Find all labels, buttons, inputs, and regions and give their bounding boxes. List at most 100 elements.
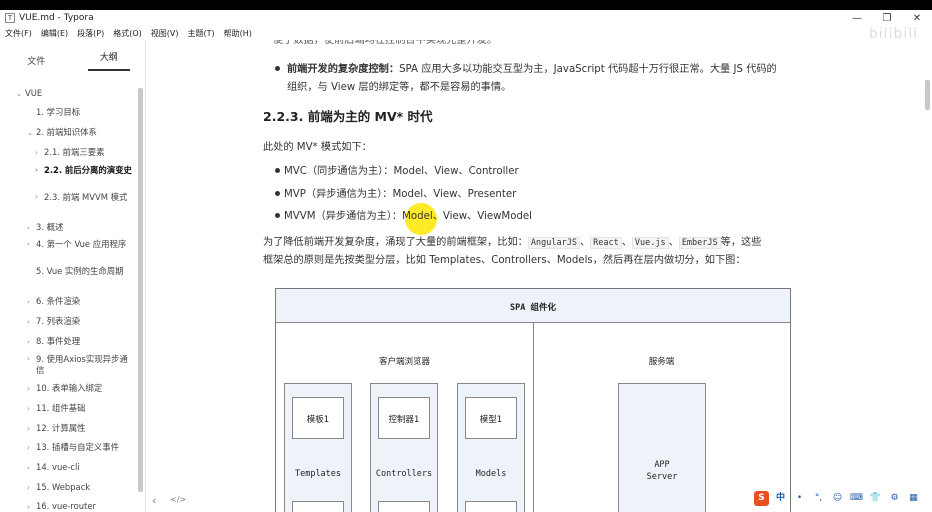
inline-code: Vue.js — [631, 237, 669, 249]
tab-files[interactable]: 文件 — [0, 50, 73, 67]
inline-code: EmberJS — [678, 237, 721, 249]
ime-dot-icon[interactable]: • — [792, 491, 807, 506]
outline-item[interactable]: › 12. 计算属性 — [27, 423, 85, 435]
outline-item[interactable]: › 7. 列表渲染 — [27, 316, 80, 328]
menu-paragraph[interactable]: 段落(P) — [77, 28, 104, 39]
inline-code: React — [590, 237, 622, 249]
sidebar-tabs: 文件 大纲 — [0, 40, 145, 76]
menu-format[interactable]: 格式(O) — [113, 28, 142, 39]
settings-icon[interactable]: ⚙ — [887, 491, 902, 506]
chevron-right-icon[interactable]: › — [27, 223, 36, 234]
chevron-right-icon[interactable]: › — [35, 148, 44, 159]
outline-item-active[interactable]: › 2.2. 前后分离的演变史 — [35, 165, 133, 176]
maximize-button[interactable]: ❐ — [872, 13, 902, 24]
outline-item[interactable]: › 13. 插槽与自定义事件 — [27, 442, 119, 454]
list-item: MVP（异步通信为主）：Model、View、Presenter — [284, 189, 517, 200]
chevron-down-icon[interactable]: ⌄ — [16, 89, 25, 100]
bullet-dot — [275, 66, 280, 71]
ime-chinese-toggle[interactable]: 中 — [773, 491, 788, 506]
menu-edit[interactable]: 编辑(E) — [41, 28, 68, 39]
sidebar-scrollbar[interactable] — [138, 88, 143, 492]
chevron-right-icon[interactable]: › — [27, 404, 36, 415]
source-code-icon[interactable]: </> — [170, 495, 186, 504]
controller-box — [378, 501, 430, 512]
paragraph-line: 为了降低前端开发复杂度，涌现了大量的前端框架，比如： AngularJS、 Reac… — [263, 237, 762, 249]
outline-item[interactable]: › 8. 事件处理 — [27, 336, 80, 348]
outline-item[interactable]: › 3. 概述 — [27, 222, 63, 234]
controller-box-label: 控制器1 — [388, 415, 420, 425]
ime-toolbar: S 中 • °, ☺ ⌨ 👕 ⚙ ▦ — [754, 486, 921, 510]
sogou-icon[interactable]: S — [754, 490, 769, 506]
outline-item[interactable]: ⌄ VUE — [16, 88, 42, 100]
outline-item[interactable]: › 4. 第一个 Vue 应用程序 — [27, 239, 131, 250]
paragraph-line: 此处的 MV* 模式如下： — [263, 142, 372, 153]
sidebar: 文件 大纲 ⌄ VUE 1. 学习目标 ⌄ 2. 前端知识体系 › 2.1. 前端三要… — [0, 40, 146, 512]
outline-item[interactable]: › 2.1. 前端三要素 — [35, 147, 105, 159]
chevron-down-icon[interactable]: ⌄ — [27, 128, 36, 139]
outline-item[interactable]: › 2.3. 前端 MVVM 模式 — [35, 192, 133, 203]
outline-item[interactable]: › 9. 使用Axios实现异步通信 — [27, 354, 131, 376]
app-server-box — [618, 383, 706, 512]
diagram-title: SPA 组件化 — [510, 303, 556, 313]
editor-scrollbar[interactable] — [925, 80, 930, 110]
chevron-left-icon[interactable]: ‹ — [152, 494, 156, 507]
typora-window: T VUE.md - Typora — ❐ ✕ 文件(F) 编辑(E) 段落(P… — [0, 10, 932, 512]
outline-item[interactable]: 1. 学习目标 — [27, 107, 80, 118]
app-server-label: APP Server — [646, 460, 678, 482]
tab-outline[interactable]: 大纲 — [73, 46, 146, 71]
diagram-divider — [533, 323, 534, 512]
chevron-right-icon[interactable]: › — [27, 317, 36, 328]
skin-icon[interactable]: 👕 — [868, 491, 883, 506]
client-label: 客户端浏览器 — [378, 357, 430, 367]
chevron-right-icon[interactable]: › — [27, 463, 36, 474]
close-button[interactable]: ✕ — [902, 13, 932, 24]
section-heading: 2.2.3. 前端为主的 MV* 时代 — [263, 109, 433, 124]
minimize-button[interactable]: — — [842, 13, 872, 24]
templates-label: Templates — [294, 469, 342, 479]
chevron-right-icon[interactable]: › — [27, 239, 36, 250]
chevron-right-icon[interactable]: › — [27, 424, 36, 435]
menu-file[interactable]: 文件(F) — [5, 28, 32, 39]
window-title: VUE.md - Typora — [19, 13, 94, 23]
models-label: Models — [475, 469, 507, 479]
menu-view[interactable]: 视图(V) — [151, 28, 179, 39]
server-label: 服务端 — [648, 357, 675, 367]
paragraph-line: 框架总的原则是先按类型分层，比如 Templates、Controllers、M… — [263, 255, 746, 266]
bullet-dot — [275, 168, 280, 173]
paragraph-line: 前端开发的复杂度控制：SPA 应用大多以功能交互型为主，JavaScript 代… — [287, 64, 777, 75]
chevron-right-icon[interactable]: › — [35, 165, 44, 176]
chevron-right-icon[interactable]: › — [35, 192, 44, 203]
chevron-right-icon[interactable]: › — [27, 384, 36, 395]
window-controls: — ❐ ✕ — [842, 13, 932, 24]
inline-code: AngularJS — [527, 237, 580, 249]
outline-item[interactable]: ⌄ 2. 前端知识体系 — [27, 127, 97, 139]
model-box — [465, 501, 517, 512]
title-bar: T VUE.md - Typora — ❐ ✕ — [0, 10, 932, 26]
clipped-text-line: 便于数据，使前后端均在控制台中实现完整开发。 — [273, 40, 498, 46]
model-box-label: 模型1 — [479, 415, 503, 425]
outline-item[interactable]: › 6. 条件渲染 — [27, 296, 80, 308]
chevron-right-icon[interactable]: › — [27, 443, 36, 454]
bullet-dot — [275, 213, 280, 218]
ime-punctuation-icon[interactable]: °, — [811, 491, 826, 506]
menu-bar: 文件(F) 编辑(E) 段落(P) 格式(O) 视图(V) 主题(T) 帮助(H… — [0, 26, 932, 40]
outline-item[interactable]: › 14. vue-cli — [27, 462, 80, 474]
bilibili-watermark: bilibili — [868, 26, 918, 42]
keyboard-icon[interactable]: ⌨ — [849, 491, 864, 506]
typora-app-icon: T — [5, 13, 15, 23]
menu-help[interactable]: 帮助(H) — [224, 28, 252, 39]
emoji-icon[interactable]: ☺ — [830, 491, 845, 506]
outline-item[interactable]: › 10. 表单输入绑定 — [27, 383, 102, 395]
toolbox-icon[interactable]: ▦ — [906, 491, 921, 506]
chevron-right-icon[interactable]: › — [27, 337, 36, 348]
menu-theme[interactable]: 主题(T) — [187, 28, 214, 39]
controllers-label: Controllers — [375, 469, 433, 479]
template-box-label: 模板1 — [306, 415, 330, 425]
outline-item[interactable]: › 11. 组件基础 — [27, 403, 85, 415]
chevron-right-icon[interactable]: › — [27, 354, 36, 376]
outline-item[interactable]: 5. Vue 实例的生命周期 — [27, 266, 131, 277]
paragraph-line: 组织，与 View 层的绑定等，都不是容易的事情。 — [287, 82, 512, 93]
chevron-right-icon[interactable]: › — [27, 297, 36, 308]
bullet-dot — [275, 191, 280, 196]
editor-pane[interactable]: 便于数据，使前后端均在控制台中实现完整开发。 前端开发的复杂度控制：SPA 应用… — [147, 40, 932, 512]
